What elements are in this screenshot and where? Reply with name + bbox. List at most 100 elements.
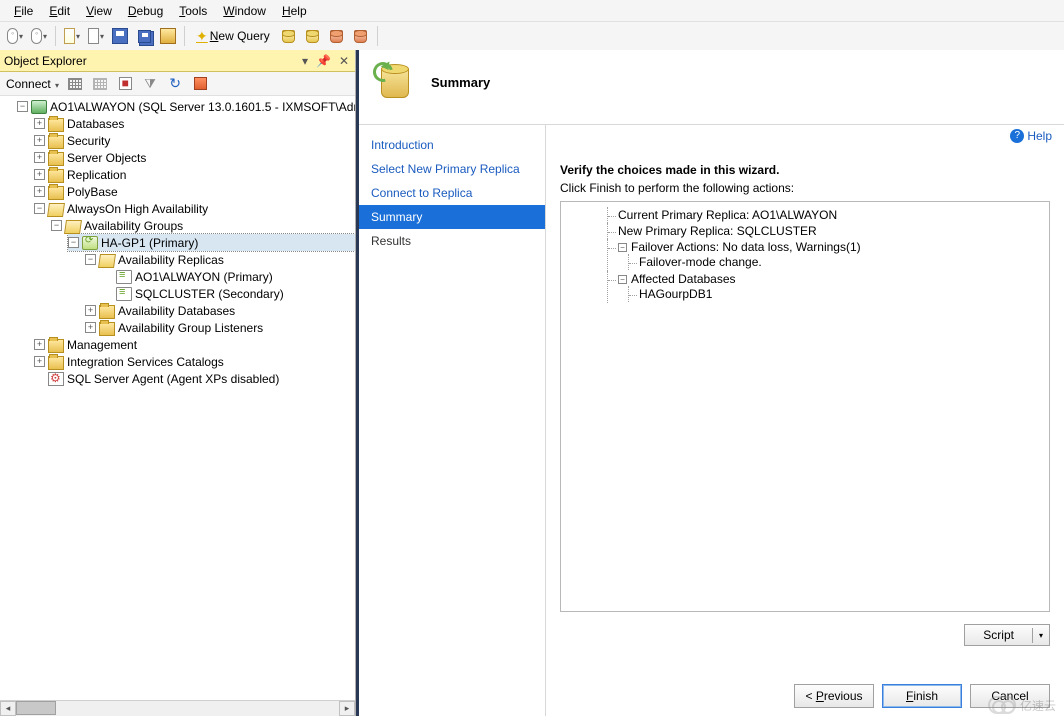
new-query-button[interactable]: ✦ New Query <box>192 25 274 47</box>
tree-management[interactable]: +Management <box>34 336 355 353</box>
wizard-footer: Script ▾ < PPreviousrevious FinishFinish… <box>560 612 1050 708</box>
scroll-right-icon[interactable]: ▸ <box>339 701 355 716</box>
file-icon <box>88 28 99 44</box>
expand-icon[interactable]: + <box>34 169 45 180</box>
folder-icon <box>48 186 64 200</box>
open-folder-button[interactable] <box>157 25 179 47</box>
nav-select-primary[interactable]: Select New Primary Replica <box>359 157 545 181</box>
nav-results[interactable]: Results <box>359 229 545 253</box>
collapse-icon[interactable]: − <box>17 101 28 112</box>
refresh-button[interactable]: ↻ <box>164 73 186 95</box>
db-as-query-button[interactable] <box>302 25 324 47</box>
tree-availability-dbs[interactable]: +Availability Databases <box>85 302 355 319</box>
menu-file[interactable]: File <box>6 2 41 20</box>
tree-alwayson[interactable]: −AlwaysOn High Availability <box>34 200 355 217</box>
tree-polybase[interactable]: +PolyBase <box>34 183 355 200</box>
db-yellow-icon <box>306 30 319 43</box>
tree-ha-gp1[interactable]: −HA-GP1 (Primary) <box>68 234 355 251</box>
pin-icon[interactable]: 📌 <box>314 54 333 68</box>
stop-icon <box>119 77 132 90</box>
connect-button[interactable] <box>64 73 86 95</box>
sparkle-icon: ✦ <box>196 29 208 43</box>
save-all-button[interactable] <box>133 25 155 47</box>
expand-icon[interactable]: + <box>34 118 45 129</box>
window-position-icon[interactable]: ▾ <box>300 54 310 68</box>
tree-availability-groups[interactable]: −Availability Groups <box>51 217 355 234</box>
tree-scroll[interactable]: − AO1\ALWAYON (SQL Server 13.0.1601.5 - … <box>0 96 355 716</box>
summary-db-item[interactable]: HAGourpDB1 <box>629 287 1043 301</box>
close-icon[interactable]: ✕ <box>337 54 351 68</box>
filter-button[interactable]: ⧩ <box>139 73 161 95</box>
tree-replica-secondary[interactable]: SQLCLUSTER (Secondary) <box>102 285 355 302</box>
tree-sql-agent[interactable]: SQL Server Agent (Agent XPs disabled) <box>34 370 355 387</box>
save-button[interactable] <box>109 25 131 47</box>
summary-current-primary[interactable]: Current Primary Replica: AO1\ALWAYON <box>608 208 1043 222</box>
menu-view[interactable]: View <box>78 2 120 20</box>
collapse-icon[interactable]: − <box>34 203 45 214</box>
scroll-left-icon[interactable]: ◂ <box>0 701 16 716</box>
tree-replication[interactable]: +Replication <box>34 166 355 183</box>
tree-replica-primary[interactable]: AO1\ALWAYON (Primary) <box>102 268 355 285</box>
tree-security[interactable]: +Security <box>34 132 355 149</box>
summary-failover-mode[interactable]: Failover-mode change. <box>629 255 1043 269</box>
h-scrollbar[interactable]: ◂ ▸ <box>0 700 355 716</box>
menu-edit[interactable]: Edit <box>41 2 78 20</box>
replica-icon <box>116 287 132 301</box>
new-project-button[interactable]: ▾ <box>61 25 83 47</box>
availability-group-icon <box>82 236 98 250</box>
open-file-button[interactable]: ▾ <box>85 25 107 47</box>
tree-integration-services[interactable]: +Integration Services Catalogs <box>34 353 355 370</box>
cancel-button[interactable]: Cancel <box>970 684 1050 708</box>
tree-availability-replicas[interactable]: −Availability Replicas <box>85 251 355 268</box>
collapse-icon[interactable]: − <box>51 220 62 231</box>
help-link[interactable]: ? Help <box>1010 129 1052 143</box>
expand-icon[interactable]: + <box>34 339 45 350</box>
expand-icon[interactable]: + <box>34 186 45 197</box>
tree-availability-listeners[interactable]: +Availability Group Listeners <box>85 319 355 336</box>
scroll-thumb[interactable] <box>16 701 56 715</box>
collapse-icon[interactable]: − <box>68 237 79 248</box>
toolbar: ▾ ▾ ▾ ▾ ✦ New Query <box>0 22 1064 50</box>
connect-dropdown[interactable]: Connect ▾ <box>4 77 61 91</box>
db-mdx-query-button[interactable] <box>326 25 348 47</box>
menu-debug[interactable]: Debug <box>120 2 171 20</box>
open-folder-icon <box>160 28 176 44</box>
collapse-icon[interactable]: − <box>85 254 96 265</box>
expand-icon[interactable]: + <box>85 305 96 316</box>
nav-introduction[interactable]: Introduction <box>359 133 545 157</box>
tree-server-root[interactable]: − AO1\ALWAYON (SQL Server 13.0.1601.5 - … <box>17 98 355 115</box>
expand-icon[interactable]: + <box>85 322 96 333</box>
collapse-icon[interactable]: − <box>618 243 627 252</box>
script-button[interactable]: Script ▾ <box>964 624 1050 646</box>
summary-tree[interactable]: Current Primary Replica: AO1\ALWAYON New… <box>560 201 1050 612</box>
nav-fwd-button[interactable]: ▾ <box>28 25 50 47</box>
properties-button[interactable] <box>189 73 211 95</box>
summary-new-primary[interactable]: New Primary Replica: SQLCLUSTER <box>608 224 1043 238</box>
tree-server-objects[interactable]: +Server Objects <box>34 149 355 166</box>
save-icon <box>112 28 128 44</box>
finish-button[interactable]: FinishFinish <box>882 684 962 708</box>
menu-window[interactable]: Window <box>215 2 274 20</box>
menu-help[interactable]: Help <box>274 2 315 20</box>
menu-tools[interactable]: Tools <box>171 2 215 20</box>
verify-heading: Verify the choices made in this wizard. <box>560 163 1050 177</box>
expand-icon[interactable]: + <box>34 135 45 146</box>
disconnect-button[interactable] <box>89 73 111 95</box>
nav-summary[interactable]: Summary <box>359 205 545 229</box>
summary-affected-dbs[interactable]: −Affected Databases <box>608 272 1043 286</box>
stop-button[interactable] <box>114 73 136 95</box>
nav-connect-replica[interactable]: Connect to Replica <box>359 181 545 205</box>
summary-failover-actions[interactable]: −Failover Actions: No data loss, Warning… <box>608 240 1043 254</box>
nav-back-button[interactable]: ▾ <box>4 25 26 47</box>
previous-button[interactable]: < PPreviousrevious <box>794 684 874 708</box>
db-engine-query-button[interactable] <box>278 25 300 47</box>
db-dmx-query-button[interactable] <box>350 25 372 47</box>
collapse-icon[interactable]: − <box>618 275 627 284</box>
tree-databases[interactable]: +Databases <box>34 115 355 132</box>
new-project-icon <box>64 28 75 44</box>
expand-icon[interactable]: + <box>34 152 45 163</box>
properties-icon <box>194 77 207 90</box>
folder-icon <box>48 339 64 353</box>
expand-icon[interactable]: + <box>34 356 45 367</box>
object-explorer-toolbar: Connect ▾ ⧩ ↻ <box>0 72 355 96</box>
